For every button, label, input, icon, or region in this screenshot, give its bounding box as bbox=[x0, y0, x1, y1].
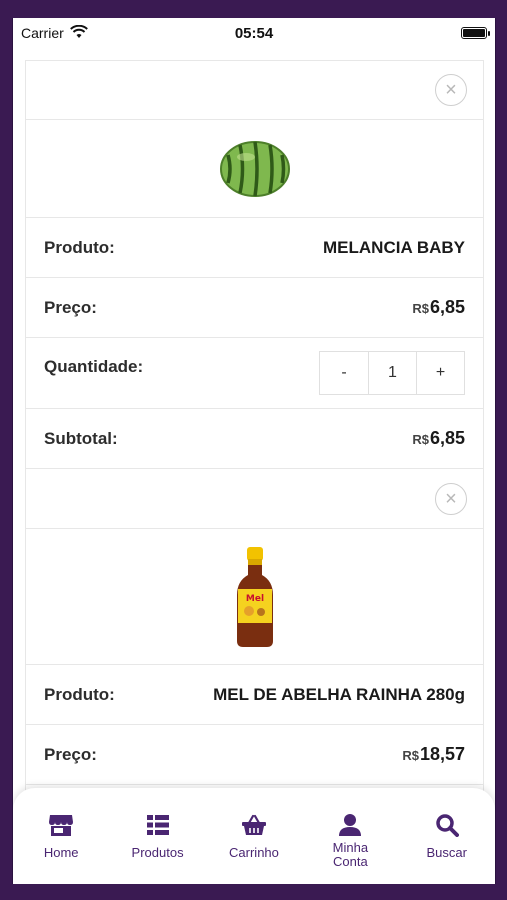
app-screen: Carrier 05:54 × Produto: MELANCIA BABY P… bbox=[12, 18, 496, 884]
tab-buscar[interactable]: Buscar bbox=[403, 812, 491, 860]
close-icon: × bbox=[445, 487, 457, 510]
currency-symbol: R$ bbox=[412, 432, 429, 447]
quantity-label: Quantidade: bbox=[44, 357, 144, 376]
watermelon-image bbox=[219, 140, 290, 197]
tab-minha-conta[interactable]: Minha Conta bbox=[306, 812, 394, 869]
price-row: Preço: R$6,85 bbox=[25, 278, 484, 338]
product-name: MELANCIA BABY bbox=[323, 237, 465, 257]
product-label: Produto: bbox=[44, 237, 115, 257]
subtotal-label: Subtotal: bbox=[44, 428, 118, 448]
battery-icon bbox=[461, 27, 490, 39]
subtotal-value: R$6,85 bbox=[412, 428, 465, 449]
currency-symbol: R$ bbox=[402, 748, 419, 763]
product-label: Produto: bbox=[44, 684, 115, 704]
cart-item-header: × bbox=[25, 60, 484, 120]
remove-item-button[interactable]: × bbox=[435, 482, 467, 515]
close-icon: × bbox=[445, 79, 457, 101]
status-bar: Carrier 05:54 bbox=[13, 18, 495, 48]
tab-label: Buscar bbox=[426, 845, 467, 860]
search-icon bbox=[435, 812, 459, 838]
quantity-stepper: - 1 + bbox=[319, 351, 465, 395]
quantity-value[interactable]: 1 bbox=[368, 352, 416, 394]
cart-list: × Produto: MELANCIA BABY Preço: R$6,85 Q… bbox=[25, 60, 484, 845]
list-icon bbox=[146, 812, 170, 838]
price-label: Preço: bbox=[44, 744, 97, 764]
user-icon bbox=[338, 812, 362, 838]
price-value: R$6,85 bbox=[412, 297, 465, 318]
basket-icon bbox=[241, 812, 267, 838]
status-time: 05:54 bbox=[234, 24, 274, 42]
tab-home[interactable]: Home bbox=[17, 812, 105, 860]
bottom-tab-bar: Home Produtos Carrinho Minha Conta Busca… bbox=[13, 788, 495, 884]
decrement-button[interactable]: - bbox=[320, 352, 368, 394]
tab-label: Minha Conta bbox=[333, 841, 368, 869]
store-icon bbox=[48, 812, 74, 838]
carrier-label: Carrier bbox=[21, 25, 64, 41]
honey-bottle-image: Mel bbox=[236, 546, 273, 647]
subtotal-row: Subtotal: R$6,85 bbox=[25, 409, 484, 469]
tab-carrinho[interactable]: Carrinho bbox=[210, 812, 298, 860]
tab-produtos[interactable]: Produtos bbox=[114, 812, 202, 860]
subtotal-amount: 6,85 bbox=[429, 428, 465, 448]
tab-label-line2: Conta bbox=[333, 854, 368, 869]
tab-label: Carrinho bbox=[229, 845, 279, 860]
price-amount: 6,85 bbox=[429, 297, 465, 317]
increment-button[interactable]: + bbox=[416, 352, 464, 394]
currency-symbol: R$ bbox=[412, 301, 429, 316]
product-name: MEL DE ABELHA RAINHA 280g bbox=[213, 684, 465, 704]
quantity-row: Quantidade: - 1 + bbox=[25, 338, 484, 409]
price-amount: 18,57 bbox=[419, 744, 465, 764]
tab-label: Produtos bbox=[131, 845, 184, 860]
product-image-row bbox=[25, 120, 484, 218]
remove-item-button[interactable]: × bbox=[435, 74, 467, 106]
tab-label-line1: Minha bbox=[332, 840, 369, 855]
product-row: Produto: MELANCIA BABY bbox=[25, 218, 484, 278]
price-label: Preço: bbox=[44, 297, 97, 317]
svg-text:Mel: Mel bbox=[245, 594, 263, 604]
product-image-row: Mel bbox=[25, 529, 484, 665]
product-row: Produto: MEL DE ABELHA RAINHA 280g bbox=[25, 665, 484, 725]
cart-item-header: × bbox=[25, 469, 484, 529]
wifi-icon bbox=[69, 24, 88, 42]
tab-label: Home bbox=[43, 845, 79, 860]
price-row: Preço: R$18,57 bbox=[25, 725, 484, 785]
price-value: R$18,57 bbox=[402, 744, 465, 765]
